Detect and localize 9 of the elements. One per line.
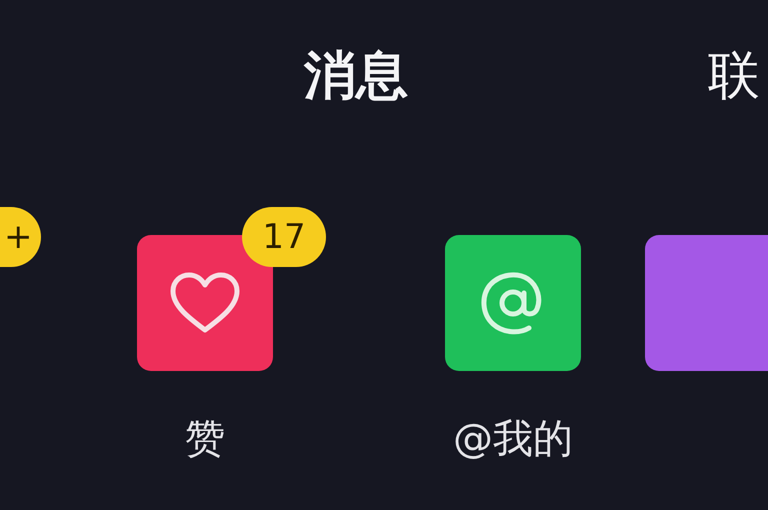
shortcut-label: 赞 xyxy=(185,415,225,463)
tab-label[interactable]: 联 xyxy=(708,45,760,107)
count-badge: + xyxy=(0,207,40,267)
heart-icon xyxy=(169,272,241,334)
shortcut-label: @我的 xyxy=(453,415,573,463)
mentions-button[interactable] xyxy=(445,235,581,371)
shortcut-tile[interactable] xyxy=(645,235,768,371)
page-title: 消息 xyxy=(304,45,408,107)
count-badge: 17 xyxy=(242,207,326,267)
